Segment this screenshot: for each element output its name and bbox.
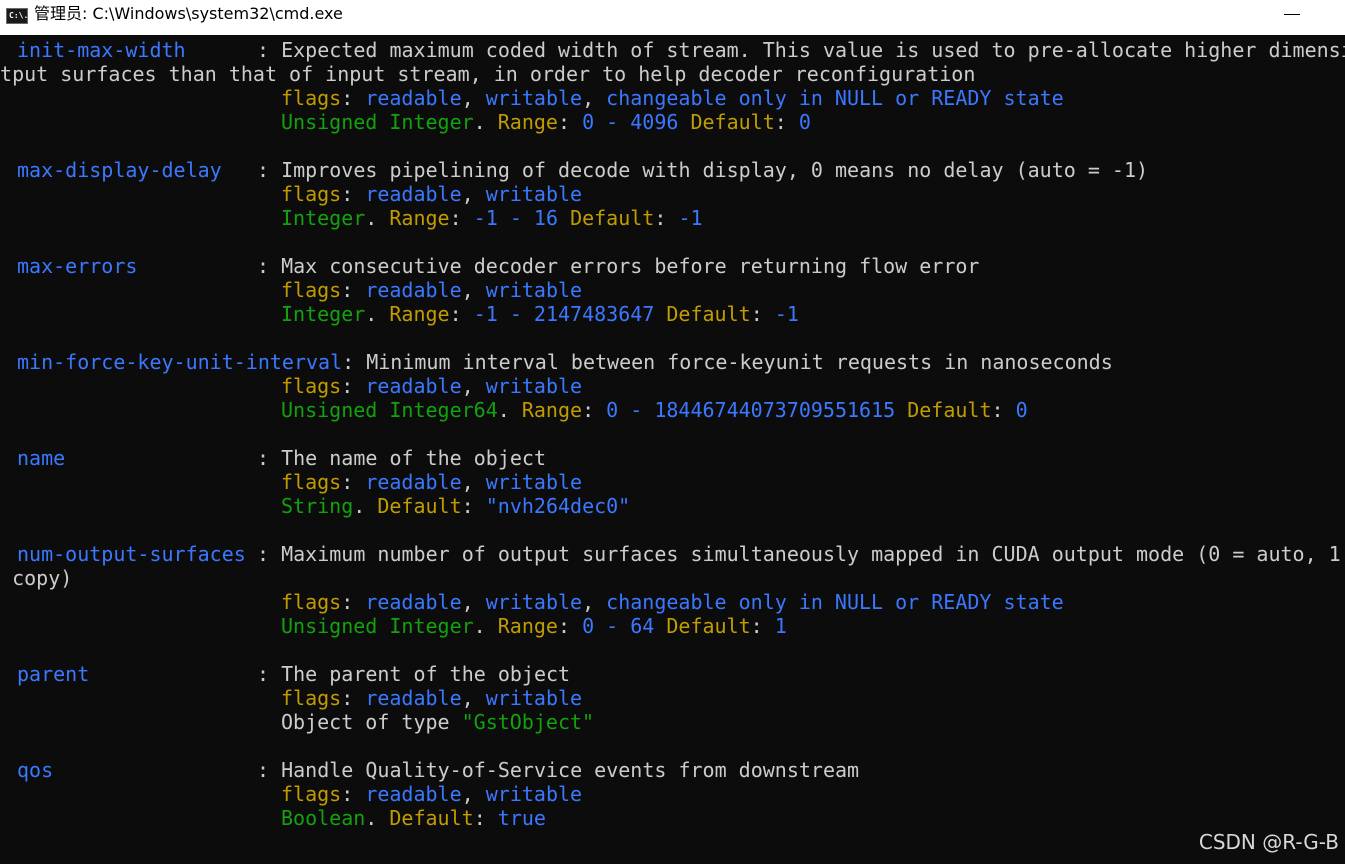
console-line: utput surfaces than that of input stream… [0,62,976,86]
flags-line: flags: readable, writable [281,686,583,710]
type-line: Object of type "GstObject" [281,710,595,734]
property-description: : Maximum number of output surfaces simu… [257,542,1341,566]
console-line: parent : The parent of the object [0,662,570,686]
property-name: max-errors [17,254,138,278]
console-output[interactable]: init-max-width : Expected maximum coded w… [0,37,1345,864]
console-line: name : The name of the object [0,446,546,470]
console-line: max-errors : Max consecutive decoder erro… [0,254,979,278]
property-name: qos [17,758,54,782]
type-line: Integer. Range: -1 - 16 Default: -1 [281,206,703,230]
property-name: parent [17,662,90,686]
flags-line: flags: readable, writable, changeable on… [281,590,1064,614]
type-line: Unsigned Integer. Range: 0 - 64 Default:… [281,614,787,638]
title-bar: C:\. 管理员: C:\Windows\system32\cmd.exe [0,0,1345,35]
watermark: CSDN @R-G-B [1198,830,1339,854]
property-description: : Improves pipelining of decode with dis… [257,158,1149,182]
console-line: s copy) [0,566,73,590]
minimize-icon[interactable] [1284,14,1300,15]
property-name: name [17,446,66,470]
property-description: : The parent of the object [257,662,571,686]
flags-line: flags: readable, writable [281,374,583,398]
console-line: num-output-surfaces : Maximum number of o… [0,542,1341,566]
type-line: Integer. Range: -1 - 2147483647 Default:… [281,302,799,326]
console-line: init-max-width : Expected maximum coded w… [0,38,1345,62]
property-name: num-output-surfaces [17,542,246,566]
property-name: min-force-key-unit-interval [17,350,343,374]
flags-line: flags: readable, writable [281,782,583,806]
property-description: : The name of the object [257,446,546,470]
type-line: Unsigned Integer. Range: 0 - 4096 Defaul… [281,110,811,134]
flags-line: flags: readable, writable [281,470,583,494]
flags-line: flags: readable, writable [281,182,583,206]
console-line: max-display-delay : Improves pipelining o… [0,158,1148,182]
type-line: Unsigned Integer64. Range: 0 - 184467440… [281,398,1028,422]
flags-line: flags: readable, writable [281,278,583,302]
console-line: qos : Handle Quality-of-Service events fr… [0,758,859,782]
cmd-app-icon: C:\. [6,8,28,24]
window-title: 管理员: C:\Windows\system32\cmd.exe [34,4,343,23]
type-line: String. Default: "nvh264dec0" [281,494,631,518]
property-description: : Max consecutive decoder errors before … [257,254,980,278]
property-description: : Minimum interval between force-keyunit… [342,350,1113,374]
property-name: max-display-delay [17,158,222,182]
type-line: Boolean. Default: true [281,806,546,830]
property-description: : Handle Quality-of-Service events from … [257,758,860,782]
flags-line: flags: readable, writable, changeable on… [281,86,1064,110]
property-name: init-max-width [17,38,186,62]
property-description: : Expected maximum coded width of stream… [257,38,1345,62]
console-line: min-force-key-unit-interval: Minimum int… [0,350,1113,374]
